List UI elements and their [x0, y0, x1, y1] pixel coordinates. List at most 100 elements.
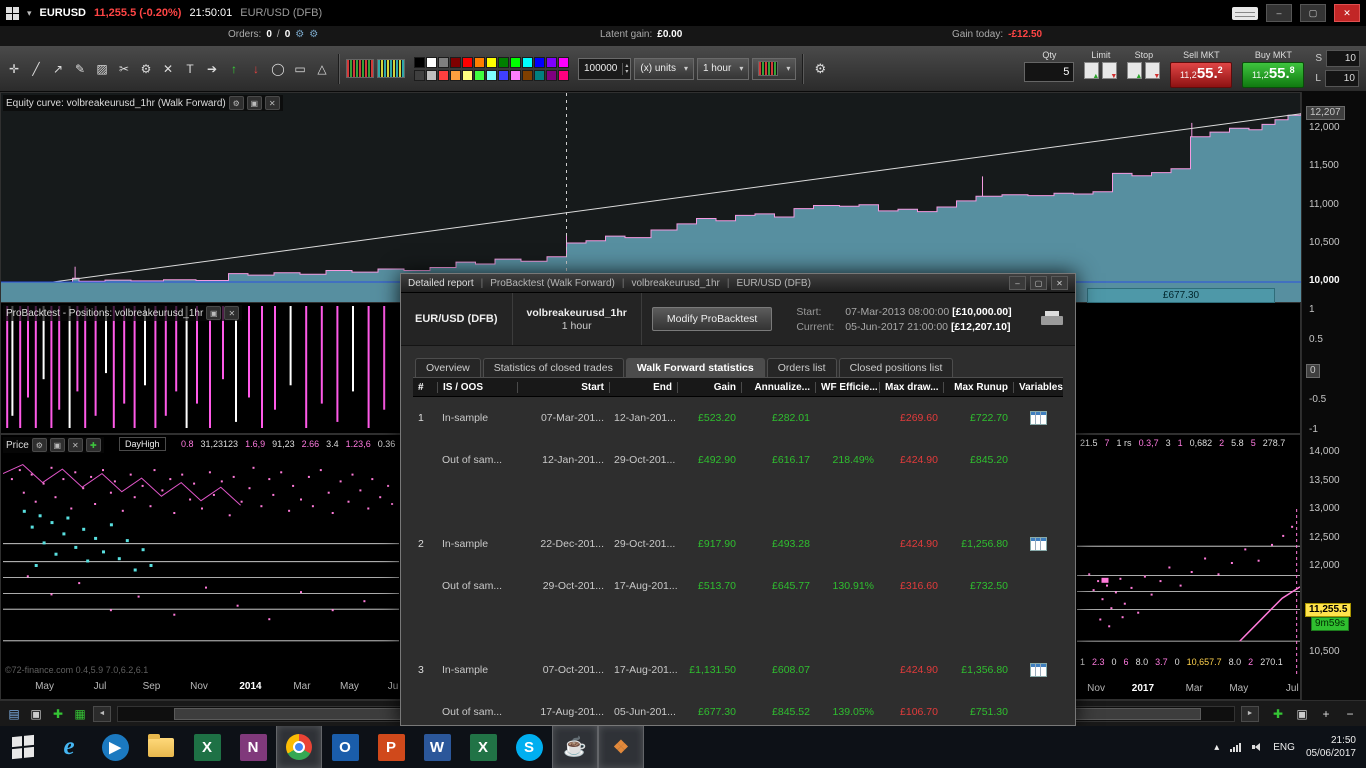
dialog-minimize-button[interactable]: – — [1009, 276, 1026, 290]
zoom-out-icon[interactable]: − — [1341, 705, 1359, 723]
orders-gear-icon[interactable]: ⚙ — [295, 29, 304, 40]
report-dialog-titlebar[interactable]: Detailed report | ProBacktest (Walk Forw… — [401, 274, 1075, 293]
tray-expand-icon[interactable]: ▴ — [1214, 742, 1219, 753]
tray-clock[interactable]: 21:50 05/06/2017 — [1306, 734, 1356, 760]
dialog-close-button[interactable]: ✕ — [1051, 276, 1068, 290]
positions-close-icon[interactable]: ✕ — [224, 306, 240, 320]
color-swatch[interactable] — [558, 56, 569, 68]
add-chart-icon[interactable]: ✚ — [1269, 705, 1287, 723]
table-row[interactable]: Out of sam... 12-Jan-201... 29-Oct-201... £… — [413, 439, 1063, 481]
color-swatch[interactable] — [474, 69, 485, 81]
table-row[interactable]: Out of sam... 17-Aug-201... 05-Jun-201... £… — [413, 691, 1063, 725]
taskbar-java-platform[interactable]: ☕ — [552, 726, 598, 768]
price-chart[interactable] — [2, 451, 399, 677]
triangle-tool[interactable]: △ — [312, 59, 332, 79]
secondary-chart-panel[interactable]: 21.5 7 1 rs 0.3,7 3 1 0,682 2 5.8 5 278.7 1 2.3 0 6 8.… — [1075, 434, 1301, 700]
window-minimize-button[interactable]: – — [1266, 4, 1292, 22]
color-swatch[interactable] — [426, 56, 437, 68]
short-size-input[interactable]: 10 — [1326, 50, 1360, 67]
rectangle-tool[interactable]: ▭ — [290, 59, 310, 79]
color-swatch[interactable] — [546, 56, 557, 68]
platform-settings-button[interactable]: ⚙ — [810, 59, 830, 79]
color-swatch[interactable] — [414, 56, 425, 68]
table-row[interactable]: 1 In-sample 07-Mar-201... 12-Jan-201... £523… — [413, 397, 1063, 439]
variables-icon[interactable] — [1029, 411, 1047, 425]
equity-settings-icon[interactable]: ⚙ — [228, 96, 244, 110]
color-swatch[interactable] — [438, 56, 449, 68]
cursor-tool[interactable]: ✛ — [4, 59, 24, 79]
tab-walk-forward-statistics[interactable]: Walk Forward statistics — [625, 358, 765, 377]
quantity-stepper[interactable]: 100000 ▴ ▾ — [578, 57, 632, 80]
color-swatch[interactable] — [522, 56, 533, 68]
taskbar-excel-green[interactable]: X — [184, 726, 230, 768]
color-swatch[interactable] — [426, 69, 437, 81]
color-swatch[interactable] — [450, 69, 461, 81]
color-swatch[interactable] — [522, 69, 533, 81]
taskbar-powerpoint[interactable]: P — [368, 726, 414, 768]
taskbar-media-player[interactable]: ▶ — [92, 726, 138, 768]
color-swatch[interactable] — [486, 56, 497, 68]
workspace-list-icon[interactable]: ▤ — [5, 705, 23, 723]
taskbar-pinwheel-app[interactable]: ❖ — [598, 726, 644, 768]
equity-chart[interactable] — [1, 93, 1302, 303]
new-item-icon[interactable]: ✚ — [49, 705, 67, 723]
text-tool[interactable]: T — [180, 59, 200, 79]
price-settings-icon[interactable]: ⚙ — [31, 438, 47, 452]
equity-popout-icon[interactable]: ▣ — [246, 96, 262, 110]
table-row[interactable]: 2 In-sample 22-Dec-201... 29-Oct-201... £917… — [413, 523, 1063, 565]
pencil-tool[interactable]: ✎ — [70, 59, 90, 79]
language-indicator[interactable]: ENG — [1273, 742, 1295, 753]
eraser-tool[interactable]: ▨ — [92, 59, 112, 79]
ellipse-tool[interactable]: ◯ — [268, 59, 288, 79]
detach-chart-icon[interactable]: ▣ — [1293, 705, 1311, 723]
screenshot-icon[interactable]: ▣ — [27, 705, 45, 723]
tab-statistics-of-closed-trades[interactable]: Statistics of closed trades — [482, 358, 624, 377]
price-close-icon[interactable]: ✕ — [67, 438, 83, 452]
right-chart[interactable] — [1077, 449, 1301, 675]
scroll-left-button[interactable]: ◄ — [93, 705, 111, 722]
positions-popout-icon[interactable]: ▣ — [206, 306, 222, 320]
color-swatch[interactable] — [462, 56, 473, 68]
color-swatch[interactable] — [546, 69, 557, 81]
qty-input[interactable]: 5 — [1024, 61, 1075, 82]
taskbar-onenote[interactable]: N — [230, 726, 276, 768]
color-swatch[interactable] — [462, 69, 473, 81]
taskbar-chrome[interactable] — [276, 726, 322, 768]
window-close-button[interactable]: ✕ — [1334, 4, 1360, 22]
tab-orders-list[interactable]: Orders list — [766, 358, 837, 377]
stop-buy-icon[interactable] — [1127, 61, 1143, 80]
sell-mkt-button[interactable]: 11,2 55. 2 — [1170, 61, 1233, 88]
stop-sell-icon[interactable] — [1145, 61, 1161, 80]
buy-mkt-button[interactable]: 11,2 55. 8 — [1242, 61, 1305, 88]
start-button[interactable] — [0, 726, 46, 768]
scissors-tool[interactable]: ✂ — [114, 59, 134, 79]
print-report-icon[interactable] — [1041, 311, 1063, 327]
variables-icon[interactable] — [1029, 663, 1047, 677]
limit-buy-icon[interactable] — [1084, 61, 1100, 80]
network-icon[interactable] — [1230, 742, 1242, 752]
sell-marker-tool[interactable]: ↓ — [246, 59, 266, 79]
color-swatch[interactable] — [414, 69, 425, 81]
zoom-in-icon[interactable]: + — [1317, 705, 1335, 723]
taskbar-outlook[interactable]: O — [322, 726, 368, 768]
color-swatch[interactable] — [498, 56, 509, 68]
symbol-caret-icon[interactable]: ▾ — [27, 8, 32, 19]
price-add-icon[interactable]: ✚ — [85, 438, 101, 452]
dialog-maximize-button[interactable]: ▢ — [1030, 276, 1047, 290]
color-swatch[interactable] — [486, 69, 497, 81]
table-row[interactable]: 3 In-sample 07-Oct-201... 17-Aug-201... £1,1… — [413, 649, 1063, 691]
variables-icon[interactable] — [1029, 537, 1047, 551]
taskbar-file-explorer[interactable] — [138, 726, 184, 768]
color-swatch[interactable] — [558, 69, 569, 81]
color-swatch[interactable] — [438, 69, 449, 81]
taskbar-excel[interactable]: X — [460, 726, 506, 768]
color-swatch[interactable] — [534, 56, 545, 68]
buy-marker-tool[interactable]: ↑ — [224, 59, 244, 79]
timeframe-select[interactable]: 1 hour ▾ — [696, 57, 750, 80]
units-select[interactable]: (x) units ▾ — [634, 57, 694, 80]
scroll-right-button[interactable]: ► — [1241, 705, 1259, 722]
window-maximize-button[interactable]: ▢ — [1300, 4, 1326, 22]
detailed-report-dialog[interactable]: Detailed report | ProBacktest (Walk Forw… — [400, 273, 1076, 726]
settings-tool[interactable]: ⚙ — [136, 59, 156, 79]
symbol-name[interactable]: EURUSD — [40, 7, 86, 19]
